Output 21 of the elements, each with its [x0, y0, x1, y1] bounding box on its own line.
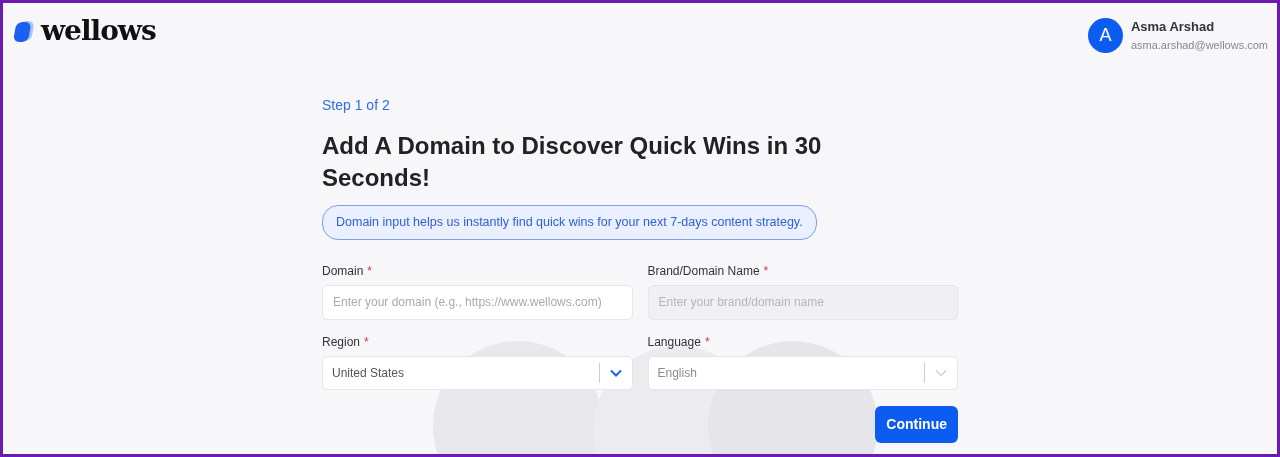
user-name: Asma Arshad: [1130, 18, 1216, 36]
field-label: Domain: [322, 263, 364, 278]
logo-icon: [11, 19, 37, 43]
chevron-down-icon: [935, 368, 947, 377]
chevron-down-icon: [609, 368, 622, 377]
field-label: Region: [322, 334, 361, 349]
page-heading: Add A Domain to Discover Quick Wins in 30 Seconds!: [322, 131, 823, 194]
field-label: Brand/Domain Name: [647, 263, 760, 278]
required-mark: *: [704, 334, 710, 349]
continue-button[interactable]: Continue: [875, 405, 958, 443]
field-label: Language: [647, 334, 701, 349]
logo-text: wellows: [41, 17, 156, 45]
user-avatar[interactable]: A: [1087, 17, 1123, 53]
user-email: asma.arshad@wellows.com: [1130, 37, 1268, 53]
info-banner: Domain input helps us instantly find quick wins for your next 7-days content strategy.: [322, 204, 817, 240]
required-mark: *: [763, 263, 769, 278]
required-mark: *: [364, 334, 369, 349]
step-indicator: Step 1 of 2: [322, 96, 391, 115]
dropdown[interactable]: United States: [322, 355, 633, 390]
required-mark: *: [367, 263, 373, 278]
input-field[interactable]: Enter your domain (e.g., https://www.wellows.com): [322, 284, 633, 320]
